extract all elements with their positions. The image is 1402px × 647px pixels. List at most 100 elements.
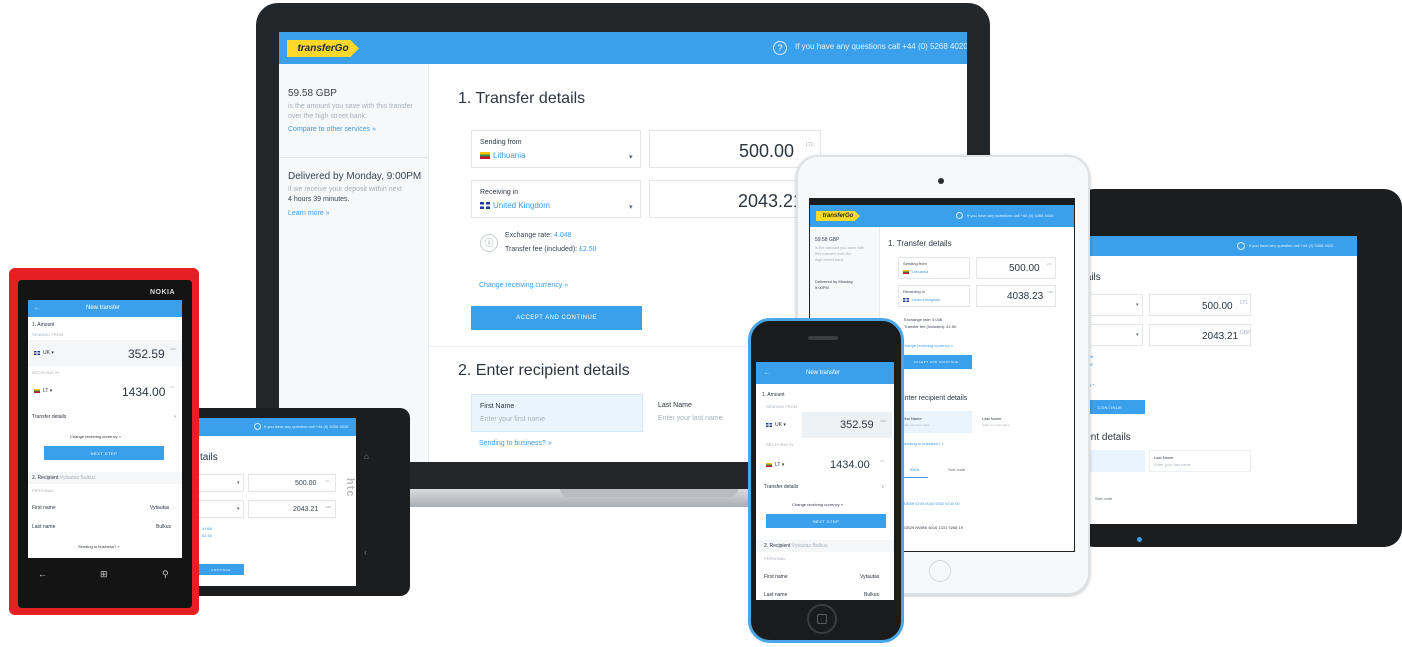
lithuania-flag-icon [766,463,772,467]
htc-sending-amount[interactable]: 500.00 LTL [248,474,336,492]
uk-flag-icon [480,202,490,209]
ipad-exchange-rate: Exchange rate: 4.048 [904,317,943,322]
ipad-receiving-select[interactable]: Receiving in United Kingdom [898,285,970,307]
ipad-receiving-amount[interactable]: 4038.23 GBP [976,285,1056,307]
chevron-right-icon: › [882,484,884,490]
nokia-first-name-value[interactable]: Vytautas [150,505,169,511]
htc-section-title: tails [200,452,218,463]
htc-receiving-amount-value: 2043.21 [293,506,319,513]
section-title-transfer: 1. Transfer details [458,90,586,107]
tablet-screen: If you have any question call +44 (0) 52… [1075,236,1357,524]
iphone-sending-label: SENDING FROM [766,404,798,409]
change-currency-link[interactable]: Change receiving currency » [479,282,568,289]
htc-receiving-select[interactable]: ▾ [198,500,244,518]
ipad-tab-iban[interactable]: IBAN [910,467,919,472]
brand-logo[interactable]: transferGo [287,40,359,57]
learn-more-link[interactable]: Learn more » [288,210,330,217]
help-icon [1237,242,1245,250]
chevron-right-icon: › [174,414,176,420]
ipad-last-name-placeholder: Enter your last name [982,423,1010,427]
exchange-rate-value: 4.048 [554,232,572,239]
nokia-last-name-value[interactable]: Bulkus [156,524,171,530]
ipad-tab-sort-code[interactable]: Sort code [948,467,965,472]
back-arrow-icon[interactable]: ← [764,370,770,376]
iphone-receiving-amount: 1434.00 [830,459,870,471]
htc-sending-amount-value: 500.00 [295,480,317,487]
iphone-sending-row[interactable]: UK ▾ 352.59 GBP [756,412,894,438]
uk-flag-icon [34,351,40,355]
iphone-last-name-value[interactable]: Bulkus [864,592,879,598]
sending-amount-input[interactable]: 500.00 LTL [649,130,821,168]
ipad-sending-amount-value: 500.00 [1009,263,1040,274]
exchange-rate-label: Exchange rate: [505,232,553,239]
savings-amount: 59.58 GBP [288,88,337,99]
ipad-change-currency-link[interactable]: Change receiving currency » [902,343,953,348]
windows-icon: ⊞ [100,569,108,579]
receiving-in-value: United Kingdom [480,201,550,210]
ipad-receiving-value: United Kingdom [903,297,940,302]
iphone-sending-country-code: UK [775,422,782,428]
tablet-tab-sort-code[interactable]: Sort code [1095,496,1112,501]
nokia-business-link[interactable]: Sending to business? » [78,544,120,549]
sending-from-value: Lithuania [480,151,525,160]
ipad-delivery-line-2: 9:00PM [815,285,829,290]
nokia-next-step-button[interactable]: NEXT STEP [44,446,164,460]
sending-amount: 500.00 [738,141,794,161]
tablet-help-text: If you have any question call +44 (0) 52… [1249,243,1334,248]
iphone-recipient-row[interactable]: 2. Recipient Vytautas Bulkus [756,540,894,552]
htc-continue-button[interactable]: CONTINUE [198,564,244,575]
iphone-transfer-details[interactable]: Transfer details [764,484,798,490]
nokia-brand-logo: NOKIA [150,289,176,296]
tablet-sending-amount[interactable]: 500.00 LTL [1149,294,1251,316]
htc-header: If you have any question call +44 (0) 52… [198,418,356,436]
nokia-screen: ← New transfer 1. Amount SENDING FROM UK… [28,300,182,558]
ipad-last-name-label: Last Name [982,416,1002,421]
ipad-receiving-currency: GBP [1047,290,1054,294]
htc-rate: 4.048 [202,526,212,531]
accept-continue-button[interactable]: ACCEPT AND CONTINUE [471,306,642,330]
nokia-first-name-label: First name [32,505,56,511]
nokia-transfer-details[interactable]: Transfer details [32,414,66,420]
sending-from-select[interactable]: Sending from Lithuania ▾ [471,130,641,168]
htc-sending-select[interactable]: ▾ [198,474,244,492]
tablet-receiving-amount[interactable]: 2043.21 GBP [1149,324,1251,346]
help-icon[interactable]: ? [773,41,787,55]
search-icon: ⚲ [162,569,169,579]
nokia-change-currency-link[interactable]: Change receiving currency » [70,434,121,439]
first-name-placeholder: Enter your first name [480,416,545,423]
tablet-last-name-placeholder: Enter your last name [1154,462,1191,467]
back-arrow-icon[interactable]: ← [34,305,40,311]
ipad-transfer-fee: Transfer fee (included): £2.50 [904,324,957,329]
back-arrow-icon: ← [38,569,47,579]
ipad-accept-button[interactable]: ACCEPT AND CONTINUE [900,355,972,369]
ipad-sending-amount[interactable]: 500.00 LTL [976,257,1056,279]
iphone-change-currency-link[interactable]: Change receiving currency » [792,502,843,507]
iphone-next-step-button[interactable]: NEXT STEP [766,514,886,528]
last-name-placeholder: Enter your last name [658,415,723,422]
ipad-first-name-placeholder: Enter your first name [902,423,930,427]
nokia-recipient-row[interactable]: 2. Recipient Vytautas Bulkus [28,472,182,484]
iphone-receiving-row[interactable]: LT ▾ 1434.00 LTL [756,452,894,478]
app-header: transferGo ? If you have any questions c… [279,32,967,64]
ipad-first-name-field[interactable]: First Name Enter your first name [898,411,972,433]
nokia-receiving-row[interactable]: LT ▾ 1434.00 LTL [28,378,182,404]
ipad-iban-value: DE89 3704 0044 0532 0130 00 [904,501,960,506]
uk-flag-icon [766,423,772,427]
receiving-in-select[interactable]: Receiving in United Kingdom ▾ [471,180,641,218]
nokia-receiving-currency: LTL [170,385,175,389]
compare-link[interactable]: Compare to other services » [288,126,376,133]
first-name-field[interactable]: First Name Enter your first name [471,394,643,432]
brand-logo[interactable]: transferGo [816,211,860,221]
ipad-sending-select[interactable]: Sending from Lithuania [898,257,970,279]
nokia-sending-currency: GBP [170,347,177,351]
tablet-last-name-field[interactable]: Last Name Enter your last name [1149,450,1251,472]
nokia-sending-row[interactable]: UK ▾ 352.59 GBP [28,340,182,366]
iphone-first-name-value[interactable]: Vytautas [860,574,879,580]
ipad-last-name-field[interactable]: Last Name Enter your last name [978,411,1056,433]
home-button-icon [817,614,827,624]
chevron-down-icon: ▾ [1136,332,1139,338]
business-link[interactable]: Sending to business? » [479,440,552,447]
lithuania-flag-icon [34,389,40,393]
ipad-business-link[interactable]: Sending to business? » [902,441,944,446]
htc-receiving-amount[interactable]: 2043.21 GBP [248,500,336,518]
